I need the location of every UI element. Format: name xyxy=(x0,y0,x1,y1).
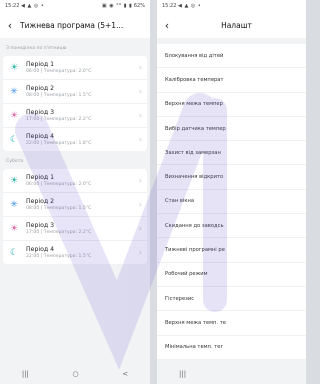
period-text: Період 2 08:00 | Температура: 1.5°C xyxy=(26,85,139,99)
period-text: Період 2 08:00 | Температура: 1.5°C xyxy=(26,198,139,212)
period-name: Період 1 xyxy=(26,60,55,68)
period-info: 17:00 | Температура: 2.2°C xyxy=(26,229,92,235)
period-row[interactable]: ☀ Період 3 17:00 | Температура: 2.2°C › xyxy=(3,217,147,241)
header: ‹ Налашт xyxy=(157,12,306,38)
settings-item[interactable]: Вибір датчика темпер xyxy=(157,116,306,142)
period-row[interactable]: ✳ Період 2 08:00 | Температура: 1.5°C › xyxy=(3,80,147,104)
period-text: Період 4 22:00 | Температура: 1.5°C xyxy=(26,246,139,260)
settings-item[interactable]: Скидання до заводсь xyxy=(157,214,306,239)
status-right-icons: ▣ ◉ ⁴ᴳ ▮ ▮ xyxy=(101,3,133,9)
period-row[interactable]: ☀ Період 1 06:00 | Температура: 2.0°C › xyxy=(3,56,147,80)
period-text: Період 1 06:00 | Температура: 2.0°C xyxy=(26,61,139,75)
period-text: Період 3 17:00 | Температура: 2.2°C xyxy=(26,109,139,123)
home-button[interactable]: ○ xyxy=(73,370,79,378)
chevron-right-icon: › xyxy=(138,111,142,120)
sun-icon: ✳ xyxy=(10,199,18,210)
period-name: Період 4 xyxy=(26,132,55,140)
chevron-right-icon: › xyxy=(138,87,142,96)
system-navigation-bar: ||| ○ < xyxy=(0,364,150,384)
sun-icon: ✳ xyxy=(10,86,18,97)
settings-item[interactable]: Калібровка температ xyxy=(157,68,306,93)
section-saturday-title: Субота xyxy=(6,159,24,164)
page-title: Налашт xyxy=(221,20,252,30)
settings-item[interactable]: Блокування від дітей xyxy=(157,44,306,69)
battery-level: 62% xyxy=(133,3,145,9)
chevron-right-icon: › xyxy=(138,224,142,233)
settings-item[interactable]: Верхня межа темп. те xyxy=(157,311,306,336)
chevron-right-icon: › xyxy=(138,63,142,72)
status-time: 15:22 xyxy=(5,3,20,9)
status-time: 15:22 xyxy=(162,3,177,9)
status-bar: 15:22 ◀ ▲ ◎ • xyxy=(157,0,306,12)
status-bar: 15:22 ◀ ▲ ◎ • ▣ ◉ ⁴ᴳ ▮ ▮ 62% xyxy=(0,0,150,12)
weekdays-periods-list: ☀ Період 1 06:00 | Температура: 2.0°C › ✳ Пер… xyxy=(3,56,147,151)
status-left-icons: ◀ ▲ ◎ • xyxy=(178,3,202,9)
settings-item[interactable]: Мінімальна темп. тег xyxy=(157,335,306,360)
page-title: Тижнева програма (5+1... xyxy=(20,20,124,30)
period-row[interactable]: ☾ Період 4 22:00 | Температура: 1.8°C › xyxy=(3,128,147,151)
period-name: Період 4 xyxy=(26,245,55,253)
nav-back-button[interactable]: < xyxy=(122,370,128,378)
sunset-icon: ☀ xyxy=(9,223,19,234)
saturday-periods-list: ☀ Період 1 06:00 | Температура: 2.0°C › ✳ Пер… xyxy=(3,169,147,264)
period-name: Період 2 xyxy=(26,84,55,92)
period-row[interactable]: ☀ Період 3 17:00 | Температура: 2.2°C › xyxy=(3,104,147,128)
period-info: 22:00 | Температура: 1.8°C xyxy=(26,140,92,146)
settings-list: Блокування від дітей Калібровка температ В… xyxy=(157,44,306,360)
back-button[interactable]: ‹ xyxy=(0,19,20,32)
header: ‹ Тижнева програма (5+1... xyxy=(0,12,150,38)
period-row[interactable]: ☀ Період 1 06:00 | Температура: 2.0°C › xyxy=(3,169,147,193)
chevron-right-icon: › xyxy=(138,135,142,144)
right-phone-screen: 15:22 ◀ ▲ ◎ • ‹ Налашт Блокування від ді… xyxy=(157,0,306,384)
status-left-icons: ◀ ▲ ◎ • xyxy=(21,3,45,9)
period-name: Період 1 xyxy=(26,173,55,181)
settings-item[interactable]: Робочий режим xyxy=(157,262,306,287)
settings-item[interactable]: Верхня межа темпер xyxy=(157,92,306,117)
chevron-right-icon: › xyxy=(138,176,142,185)
sunrise-icon: ☀ xyxy=(9,62,19,73)
period-row[interactable]: ✳ Період 2 08:00 | Температура: 1.5°C › xyxy=(3,193,147,217)
period-info: 06:00 | Температура: 2.0°C xyxy=(26,68,92,74)
period-text: Період 3 17:00 | Температура: 2.2°C xyxy=(26,222,139,236)
period-info: 08:00 | Температура: 1.5°C xyxy=(26,92,92,98)
period-name: Період 3 xyxy=(26,108,55,116)
chevron-right-icon: › xyxy=(138,248,142,257)
period-text: Період 4 22:00 | Температура: 1.8°C xyxy=(26,133,139,147)
period-info: 06:00 | Температура: 2.0°C xyxy=(26,181,92,187)
settings-item[interactable]: Тижневі програмні ре xyxy=(157,238,306,263)
settings-item[interactable]: Визначення відкрито xyxy=(157,165,306,190)
settings-item[interactable]: Гістерезис xyxy=(157,286,306,312)
moon-icon: ☾ xyxy=(9,247,19,258)
period-row[interactable]: ☾ Період 4 22:00 | Температура: 1.5°C › xyxy=(3,241,147,264)
section-weekdays-title: З понеділка по п'ятницю xyxy=(6,46,67,51)
settings-item[interactable]: Захист від замерзан xyxy=(157,141,306,166)
recent-apps-button[interactable]: ||| xyxy=(22,370,29,378)
chevron-right-icon: › xyxy=(138,200,142,209)
period-text: Період 1 06:00 | Температура: 2.0°C xyxy=(26,174,139,188)
settings-item[interactable]: Стан вікна xyxy=(157,189,306,215)
period-info: 22:00 | Температура: 1.5°C xyxy=(26,253,92,259)
sunset-icon: ☀ xyxy=(9,110,19,121)
period-info: 17:00 | Температура: 2.2°C xyxy=(26,116,92,122)
period-name: Період 2 xyxy=(26,197,55,205)
period-name: Період 3 xyxy=(26,221,55,229)
period-info: 08:00 | Температура: 1.5°C xyxy=(26,205,92,211)
recent-apps-button[interactable]: ||| xyxy=(179,370,186,378)
moon-icon: ☾ xyxy=(9,134,19,145)
system-navigation-bar: ||| xyxy=(157,364,306,384)
left-phone-screen: 15:22 ◀ ▲ ◎ • ▣ ◉ ⁴ᴳ ▮ ▮ 62% ‹ Тижнева п… xyxy=(0,0,150,384)
sunrise-icon: ☀ xyxy=(9,175,19,186)
